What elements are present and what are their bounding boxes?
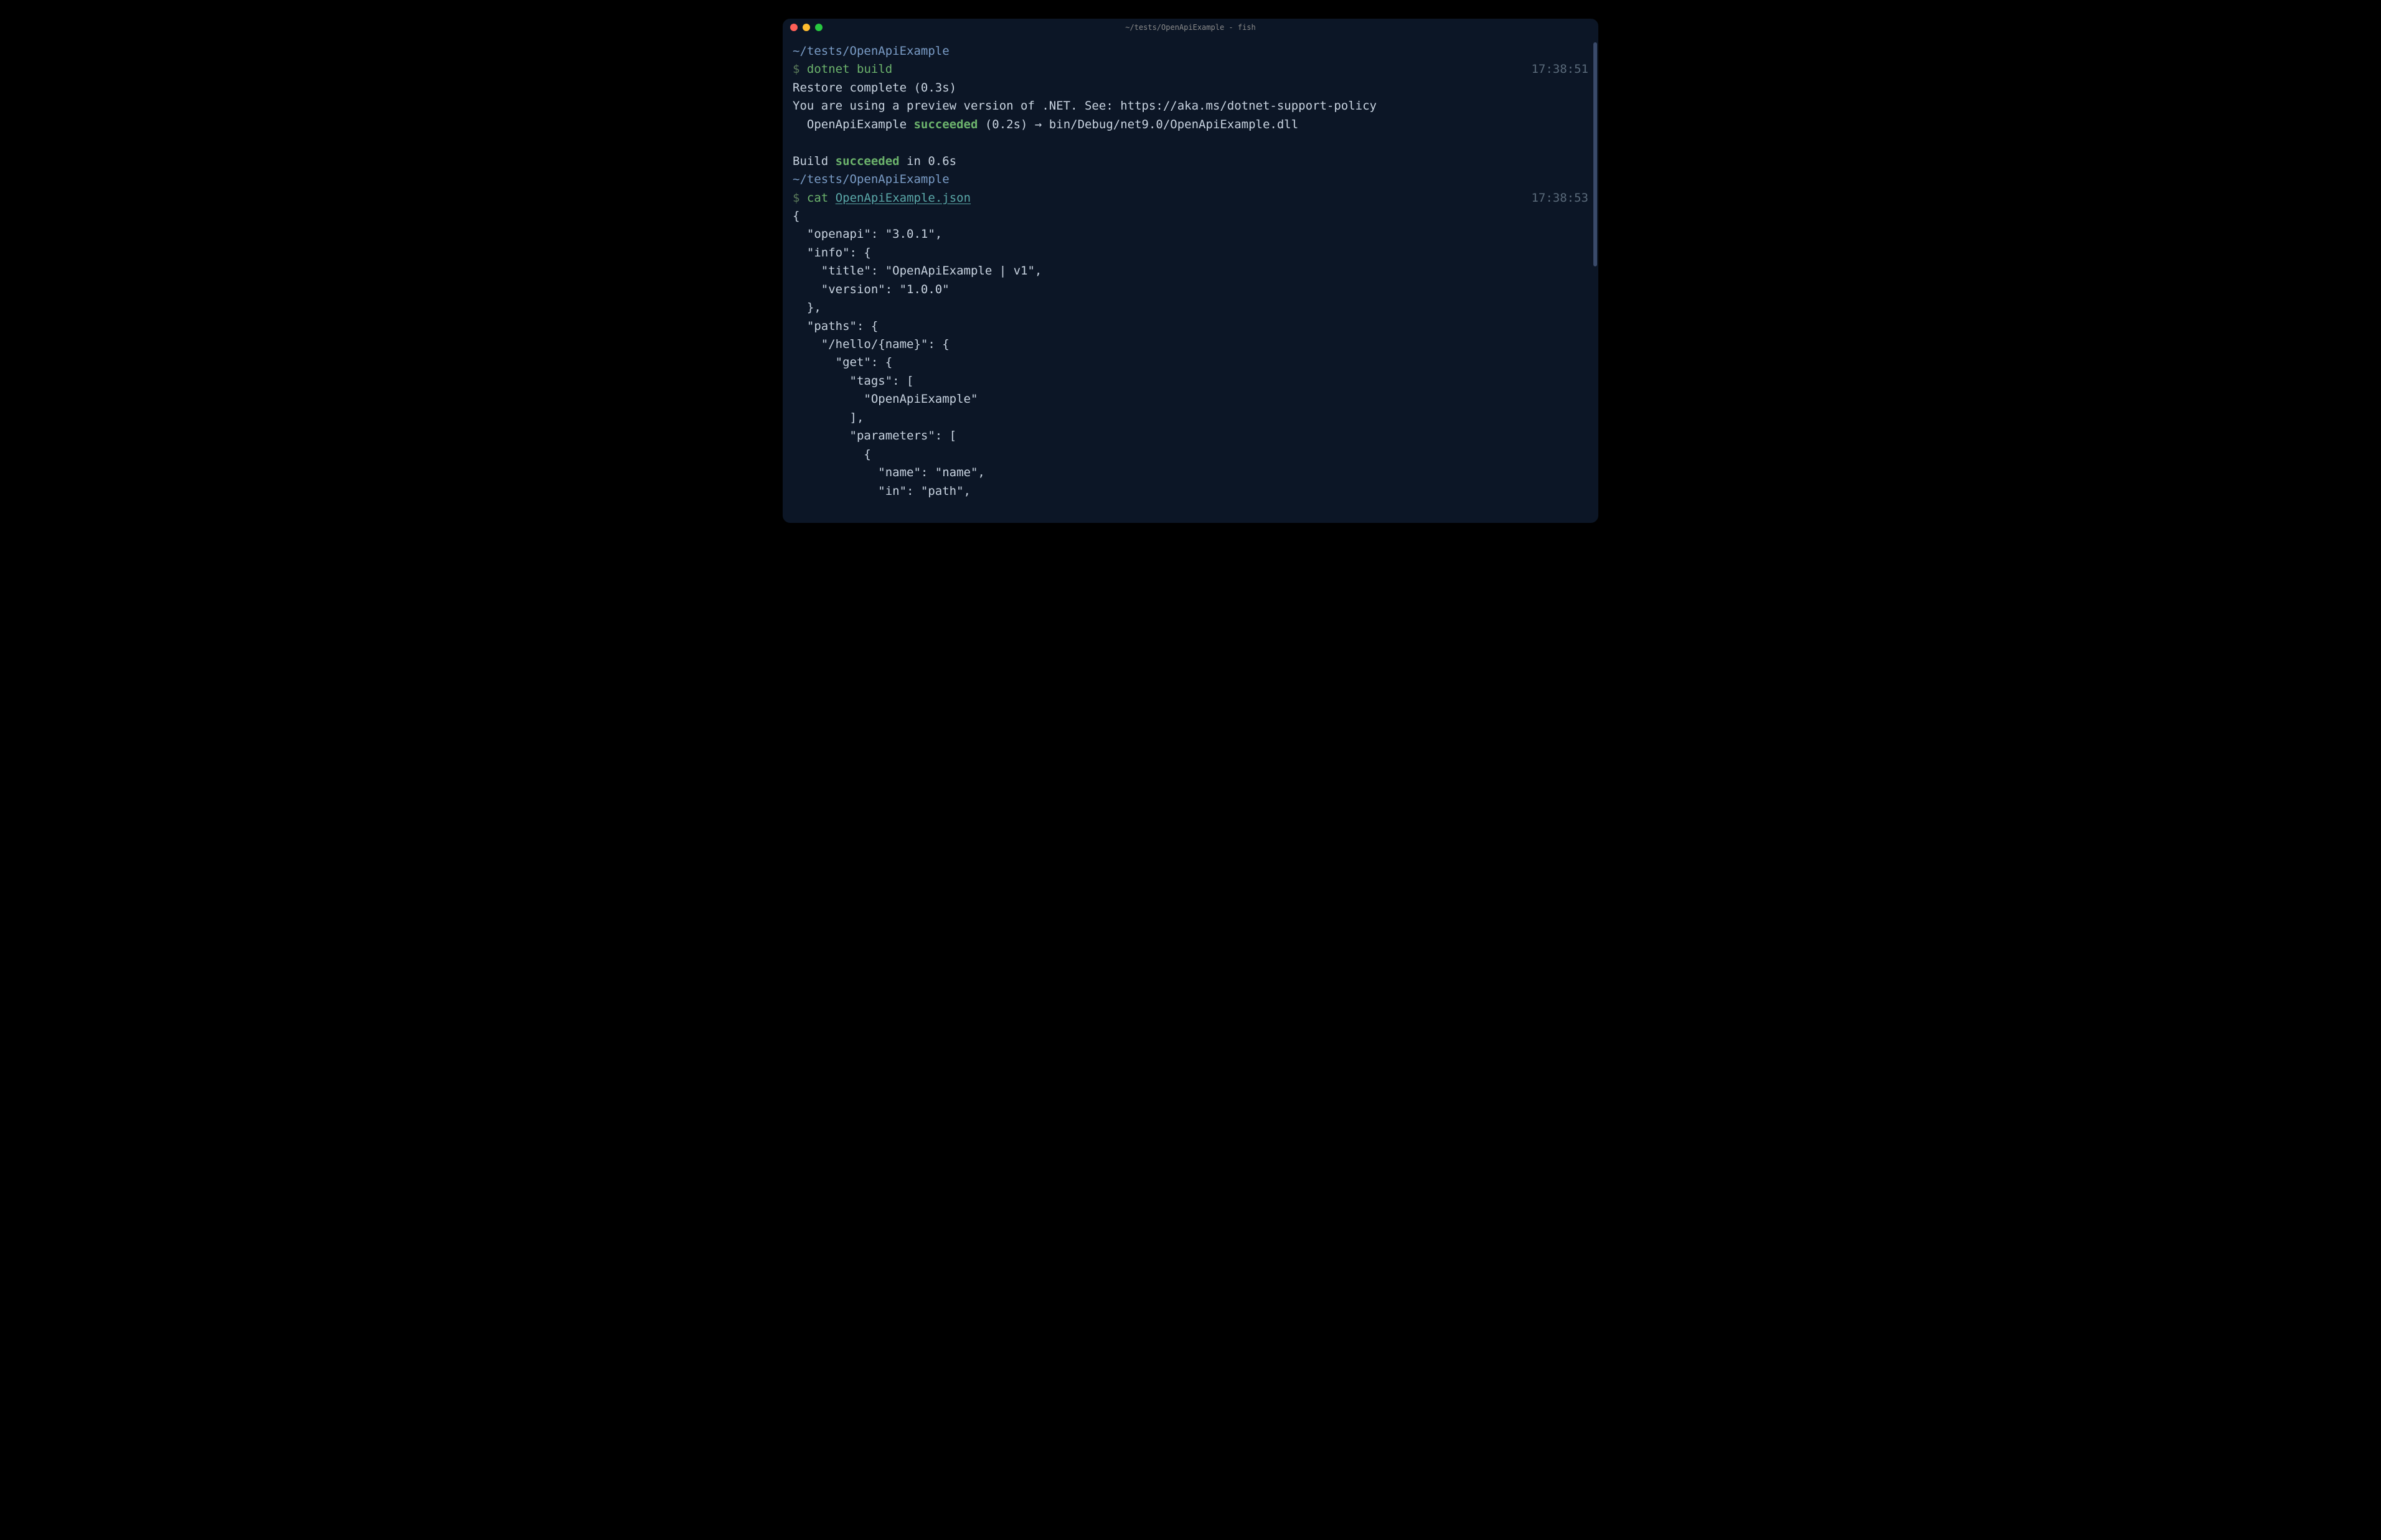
close-button[interactable] [790, 24, 798, 31]
prompt-line-1: $ dotnet build 17:38:51 [793, 60, 1588, 78]
json-line: "title": "OpenApiExample | v1", [793, 262, 1588, 280]
json-line: "in": "path", [793, 482, 1588, 500]
command: dotnet [807, 62, 850, 76]
prompt-line-2: $ cat OpenApiExample.json 17:38:53 [793, 189, 1588, 207]
filename-arg[interactable]: OpenApiExample.json [836, 191, 971, 205]
json-line: "parameters": [ [793, 427, 1588, 445]
json-line: "OpenApiExample" [793, 390, 1588, 408]
titlebar: ~/tests/OpenApiExample - fish [783, 19, 1598, 36]
scrollbar[interactable] [1593, 42, 1597, 266]
build-status: succeeded [836, 154, 900, 168]
command-args: build [857, 62, 892, 76]
output-line: You are using a preview version of .NET.… [793, 97, 1588, 115]
timestamp: 17:38:53 [1531, 189, 1588, 207]
json-line: { [793, 446, 1588, 464]
maximize-button[interactable] [815, 24, 823, 31]
prompt-symbol: $ [793, 191, 799, 205]
output-line: Build succeeded in 0.6s [793, 153, 1588, 171]
json-line: { [793, 207, 1588, 225]
json-line: }, [793, 299, 1588, 317]
minimize-button[interactable] [803, 24, 810, 31]
cwd-line: ~/tests/OpenApiExample [793, 42, 1588, 60]
output-line: Restore complete (0.3s) [793, 79, 1588, 97]
timestamp: 17:38:51 [1531, 60, 1588, 78]
json-line: "tags": [ [793, 372, 1588, 390]
json-line: "version": "1.0.0" [793, 281, 1588, 299]
terminal-body[interactable]: ~/tests/OpenApiExample $ dotnet build 17… [783, 36, 1598, 523]
terminal-window: ~/tests/OpenApiExample - fish ~/tests/Op… [783, 19, 1598, 523]
json-line: "openapi": "3.0.1", [793, 225, 1588, 243]
json-line: ], [793, 409, 1588, 427]
json-output: { "openapi": "3.0.1", "info": { "title":… [793, 207, 1588, 500]
json-line: "/hello/{name}": { [793, 336, 1588, 354]
command: cat [807, 191, 828, 205]
json-line: "name": "name", [793, 464, 1588, 482]
output-line: OpenApiExample succeeded (0.2s) → bin/De… [793, 116, 1588, 134]
json-line: "get": { [793, 354, 1588, 372]
json-line: "paths": { [793, 317, 1588, 336]
cwd-line: ~/tests/OpenApiExample [793, 171, 1588, 189]
traffic-lights [790, 24, 823, 31]
window-title: ~/tests/OpenApiExample - fish [1125, 23, 1256, 32]
blank-line [793, 134, 1588, 152]
build-status: succeeded [913, 118, 978, 131]
json-line: "info": { [793, 244, 1588, 262]
prompt-symbol: $ [793, 62, 799, 76]
